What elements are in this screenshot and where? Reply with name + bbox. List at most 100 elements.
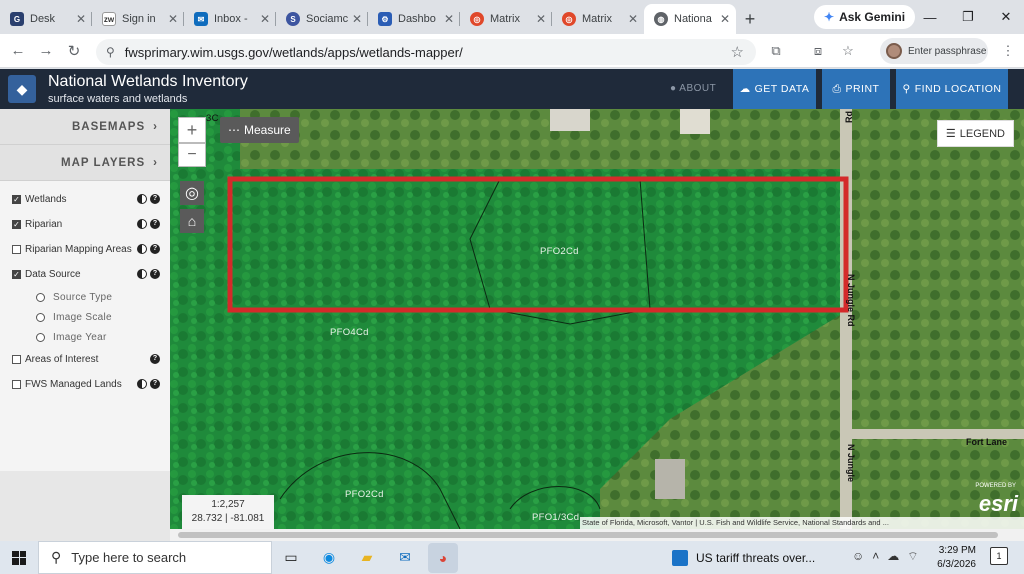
task-view-icon[interactable]: ▭ — [276, 543, 306, 573]
checkbox[interactable] — [12, 380, 21, 389]
close-tab-icon[interactable]: ✕ — [536, 12, 546, 26]
close-tab-icon[interactable]: ✕ — [168, 12, 178, 26]
layer-riparian-mapping-areas[interactable]: Riparian Mapping Areas ? — [0, 237, 170, 262]
cloud-icon[interactable]: ☁ — [887, 549, 899, 564]
layer-wetlands[interactable]: ✓ Wetlands ? — [0, 187, 170, 212]
browser-tab[interactable]: ✉ Inbox - ✕ — [184, 4, 276, 34]
edge-icon[interactable]: ◉ — [314, 543, 344, 573]
checkbox[interactable]: ✓ — [12, 220, 21, 229]
radio-button[interactable] — [36, 292, 45, 302]
layer-fws-managed-lands[interactable]: FWS Managed Lands ? — [0, 372, 170, 397]
notification-icon[interactable]: 1 — [990, 547, 1008, 565]
road-label: N Jungle — [846, 444, 856, 483]
back-arrow-icon[interactable]: ← — [4, 37, 32, 65]
info-icon[interactable]: ? — [150, 244, 160, 254]
outlook-icon[interactable]: ✉ — [390, 543, 420, 573]
scrollbar-thumb[interactable] — [178, 532, 998, 538]
locate-icon[interactable]: ◎ — [180, 181, 204, 205]
get-data-button[interactable]: ☁ GET DATA — [733, 69, 816, 109]
reading-list-icon[interactable]: ⧈ — [804, 37, 832, 65]
radio-button[interactable] — [36, 312, 45, 322]
info-icon[interactable]: ? — [150, 194, 160, 204]
info-icon[interactable]: ? — [150, 269, 160, 279]
gemini-sparkle-icon: ✦ — [824, 10, 835, 24]
restore-window-button[interactable]: ❐ — [952, 0, 984, 34]
browser-tab[interactable]: ◎ Matrix ✕ — [460, 4, 552, 34]
profile-passphrase-button[interactable]: Enter passphrase — [880, 38, 988, 64]
data-source-option[interactable]: Source Type — [0, 287, 170, 307]
layer-data-source[interactable]: ✓ Data Source ? — [0, 262, 170, 287]
horizontal-scrollbar[interactable] — [170, 529, 1024, 541]
close-tab-icon[interactable]: ✕ — [260, 12, 270, 26]
close-window-button[interactable]: ✕ — [990, 0, 1022, 34]
zoom-out-button[interactable]: − — [178, 143, 206, 167]
home-icon[interactable]: ⌂ — [180, 209, 204, 233]
layer-areas-of-interest[interactable]: Areas of Interest ? — [0, 347, 170, 372]
people-icon[interactable]: ☺ — [852, 549, 864, 564]
wetland-polygon-strip[interactable] — [170, 109, 236, 529]
menu-dots-icon[interactable]: ⋮ — [994, 37, 1022, 65]
close-tab-icon[interactable]: ✕ — [720, 12, 730, 26]
info-icon[interactable]: ? — [150, 379, 160, 389]
opacity-icon[interactable] — [137, 194, 147, 204]
extensions-icon[interactable]: ⧉ — [762, 37, 790, 65]
zoom-in-button[interactable]: + — [178, 117, 206, 143]
globe-icon: ◍ — [654, 12, 668, 26]
close-tab-icon[interactable]: ✕ — [352, 12, 362, 26]
ask-gemini-button[interactable]: ✦ Ask Gemini — [814, 5, 916, 29]
address-bar[interactable]: ⚲ fwsprimary.wim.usgs.gov/wetlands/apps/… — [96, 39, 756, 65]
new-tab-button[interactable]: + — [736, 4, 764, 34]
windows-start-icon[interactable] — [0, 541, 38, 574]
browser-tab[interactable]: G Desk ✕ — [0, 4, 92, 34]
close-tab-icon[interactable]: ✕ — [76, 12, 86, 26]
forward-arrow-icon[interactable]: → — [32, 37, 60, 65]
opacity-icon[interactable] — [137, 219, 147, 229]
opacity-icon[interactable] — [137, 379, 147, 389]
data-source-option[interactable]: Image Year — [0, 327, 170, 347]
info-icon[interactable]: ? — [150, 354, 160, 364]
file-explorer-icon[interactable]: ▰ — [352, 543, 382, 573]
dashboard-icon: ⚙ — [378, 12, 392, 26]
taskbar-search-input[interactable]: ⚲ Type here to search — [38, 541, 272, 574]
legend-button[interactable]: ☰ LEGEND — [936, 120, 1014, 147]
chrome-icon[interactable]: ◕ — [428, 542, 458, 573]
checkbox[interactable]: ✓ — [12, 195, 21, 204]
measure-button[interactable]: ⋯ Measure — [220, 117, 299, 143]
bookmark-star-icon[interactable]: ☆ — [731, 43, 744, 61]
map-view[interactable]: + − ⋯ Measure ◎ ⌂ ☰ LEGEND PFO2Cd PFO4Cd… — [170, 109, 1024, 529]
radio-button[interactable] — [36, 332, 45, 342]
checkbox[interactable] — [12, 355, 21, 364]
road-label: N Jungle Rd — [846, 274, 856, 327]
browser-tab[interactable]: S Sociamc ✕ — [276, 4, 368, 34]
browser-tab[interactable]: ◎ Matrix ✕ — [552, 4, 644, 34]
basemaps-toggle[interactable]: BASEMAPS › — [0, 109, 170, 145]
bookmarks-icon[interactable]: ☆ — [834, 37, 862, 65]
wifi-icon[interactable]: ⌔ — [907, 549, 918, 564]
browser-tab[interactable]: zw Sign in ✕ — [92, 4, 184, 34]
data-source-option[interactable]: Image Scale — [0, 307, 170, 327]
system-clock[interactable]: 3:29 PM 6/3/2026 — [930, 544, 976, 572]
about-link[interactable]: ● ABOUT — [670, 83, 716, 94]
print-button[interactable]: ⎙ PRINT — [822, 69, 890, 109]
opacity-icon[interactable] — [137, 269, 147, 279]
find-location-button[interactable]: ⚲ FIND LOCATION — [896, 69, 1008, 109]
chevron-up-icon[interactable]: ˄ — [872, 549, 879, 564]
avatar — [886, 43, 902, 59]
close-tab-icon[interactable]: ✕ — [628, 12, 638, 26]
wetland-label: PFO2Cd — [540, 246, 579, 257]
checkbox[interactable]: ✓ — [12, 270, 21, 279]
site-info-icon[interactable]: ⚲ — [106, 45, 115, 59]
checkbox[interactable] — [12, 245, 21, 254]
browser-tab[interactable]: ⚙ Dashbo ✕ — [368, 4, 460, 34]
info-icon[interactable]: ? — [150, 219, 160, 229]
minimize-window-button[interactable]: — — [914, 0, 946, 34]
close-tab-icon[interactable]: ✕ — [444, 12, 454, 26]
news-widget[interactable]: US tariff threats over... — [672, 545, 815, 571]
opacity-icon[interactable] — [137, 244, 147, 254]
map-layers-toggle[interactable]: MAP LAYERS › — [0, 145, 170, 181]
browser-tab-active[interactable]: ◍ Nationa ✕ — [644, 4, 736, 34]
help-icon: ● — [670, 83, 677, 94]
search-icon: ⚲ — [902, 83, 911, 95]
reload-icon[interactable]: ↻ — [60, 37, 88, 65]
layer-riparian[interactable]: ✓ Riparian ? — [0, 212, 170, 237]
